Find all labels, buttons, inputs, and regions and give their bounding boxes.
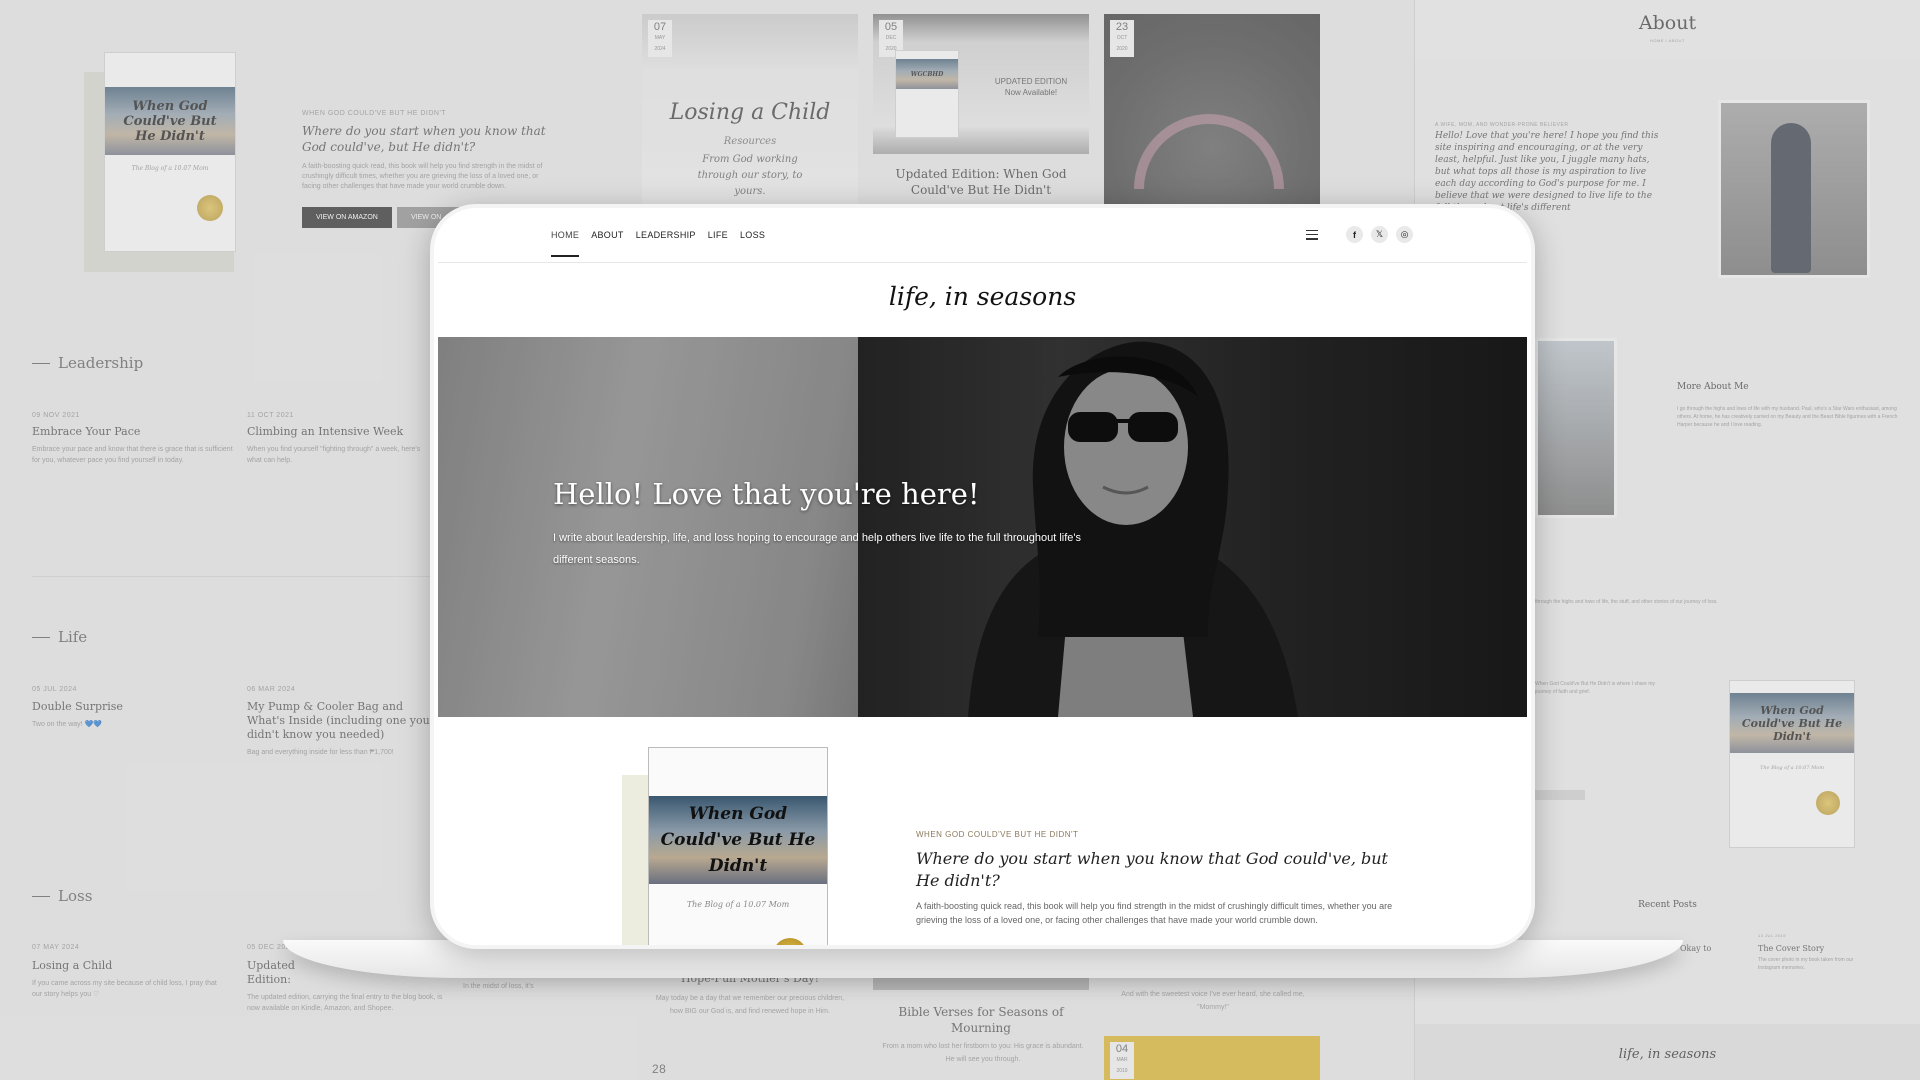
recent-post-date: 13 JUL 2019 [1758, 933, 1787, 938]
post-title[interactable]: Double Surprise [32, 700, 232, 714]
tile-mourning-image[interactable] [873, 978, 1089, 990]
hero-heading: Hello! Love that you're here! [553, 477, 980, 511]
featured-heading: Where do you start when you know that Go… [916, 849, 1388, 890]
rainbow-chalk [1134, 114, 1284, 189]
facebook-icon[interactable]: f [1346, 226, 1363, 243]
post-date: 05 JUL 2024 [32, 686, 77, 693]
date-badge: 23 OCT 2020 [1110, 20, 1134, 57]
nav-life[interactable]: LIFE [708, 230, 728, 257]
tile-badge: UPDATED EDITION Now Available! [994, 77, 1068, 97]
recent-post-excerpt: The cover photo in my book taken from ou… [1758, 957, 1854, 971]
book-subtitle: The Blog of a 10.07 Mom [131, 165, 209, 172]
post-excerpt: When you find yourself "fighting through… [247, 446, 421, 464]
post-excerpt: May today be a day that we remember our … [655, 995, 845, 1015]
tile-subtitle: Resources [723, 136, 777, 147]
site-brand[interactable]: life, in seasons [438, 282, 1527, 311]
book-seal [197, 195, 223, 221]
tile-money[interactable]: 04 MAR 2019 [1104, 1036, 1320, 1080]
book-cover-left: When God Could've But He Didn't The Blog… [104, 52, 236, 252]
post-excerpt: From a mom who lost her firstborn to you… [882, 1043, 1084, 1063]
post-excerpt: The updated edition, carrying the final … [247, 994, 443, 1012]
book-link-button[interactable] [1535, 790, 1585, 800]
about-photo-2 [1535, 338, 1617, 518]
footer-brand: life, in seasons [1618, 1047, 1717, 1062]
section-loss: Loss [32, 887, 92, 905]
hero-body: I write about leadership, life, and loss… [553, 532, 1081, 566]
post-excerpt: Bag and everything inside for less than … [247, 749, 394, 756]
menu-icon[interactable] [1306, 229, 1318, 240]
book-seal [773, 938, 807, 945]
nav-links: HOME ABOUT LEADERSHIP LIFE LOSS [551, 230, 765, 257]
left-heading: Where do you start when you know that Go… [302, 124, 546, 154]
section-life: Life [32, 628, 87, 646]
breadcrumb[interactable]: HOME / ABOUT [1415, 38, 1920, 43]
post-title[interactable]: Bible Verses for Seasons of Mourning [893, 1004, 1069, 1036]
post-title[interactable]: Embrace Your Pace [32, 425, 232, 439]
nav-about[interactable]: ABOUT [591, 230, 624, 257]
book-blurb: When God Could've But He Didn't is where… [1535, 681, 1656, 695]
post-excerpt: If you came across my site because of ch… [32, 980, 217, 998]
featured-book-cover[interactable]: When God Could've But He Didn't The Blog… [648, 747, 828, 945]
tile-losing-a-child[interactable]: 07 MAY 2024 Losing a Child Resources From … [642, 14, 858, 204]
about-footnote: through the highs and lows of life, the … [1535, 599, 1718, 605]
post-title[interactable]: Climbing an Intensive Week [247, 425, 427, 439]
nav-leadership[interactable]: LEADERSHIP [636, 230, 696, 257]
book-title: When God Could've But He Didn't [123, 98, 217, 144]
post-excerpt: Two on the way! 💙💙 [32, 721, 102, 728]
laptop-frame: HOME ABOUT LEADERSHIP LIFE LOSS f 𝕏 ◎ li… [430, 204, 1535, 949]
left-eyebrow: WHEN GOD COULD'VE BUT HE DIDN'T [302, 110, 447, 117]
about-eyebrow: A WIFE, MOM, AND WONDER-PRONE BELIEVER [1435, 122, 1569, 128]
post-excerpt: And with the sweetest voice I've ever he… [1121, 991, 1305, 1011]
section-divider [32, 576, 432, 577]
more-about-title: More About Me [1677, 382, 1749, 392]
tile-title: Losing a Child [669, 100, 831, 125]
laptop-screen: HOME ABOUT LEADERSHIP LIFE LOSS f 𝕏 ◎ li… [438, 212, 1527, 945]
left-body: A faith-boosting quick read, this book w… [302, 163, 543, 190]
post-excerpt: In the midst of loss, it's [463, 983, 534, 990]
date-badge: 28 [652, 1062, 667, 1076]
post-title[interactable]: Losing a Child [32, 959, 232, 973]
about-title: About [1638, 12, 1697, 34]
nav-loss[interactable]: LOSS [740, 230, 765, 257]
post-date: 11 OCT 2021 [247, 412, 294, 419]
post-title[interactable]: My Pump & Cooler Bag and What's Inside (… [247, 700, 432, 742]
instagram-icon[interactable]: ◎ [1396, 226, 1413, 243]
post-excerpt: Embrace your pace and know that there is… [32, 446, 233, 464]
section-leadership: Leadership [32, 354, 143, 372]
featured-book-subtitle: The Blog of a 10.07 Mom [686, 900, 790, 909]
featured-eyebrow: WHEN GOD COULD'VE BUT HE DIDN'T [916, 830, 1079, 839]
hero-banner: Hello! Love that you're here! I write ab… [438, 337, 1527, 717]
date-badge: 04 MAR 2019 [1110, 1042, 1134, 1079]
featured-book-section: When God Could've But He Didn't The Blog… [438, 717, 1527, 945]
tile-updated-edition[interactable]: 05 DEC 2020 WGCBHD UPDATED EDITION Now Ava… [873, 14, 1089, 154]
recent-post-title[interactable]: The Cover Story [1758, 942, 1824, 956]
view-on-amazon-button[interactable]: VIEW ON AMAZON [302, 207, 392, 228]
featured-body: A faith-boosting quick read, this book w… [916, 901, 1393, 925]
post-date: 07 MAY 2024 [32, 944, 80, 951]
post-title[interactable]: Updated Edition: When God Could've But H… [247, 959, 317, 987]
more-about-body: I go through the highs and lows of life … [1677, 406, 1898, 428]
date-badge: 07 MAY 2024 [648, 20, 672, 57]
post-date: 06 MAR 2024 [247, 686, 296, 693]
tile-updated-edition-title: Updated Edition: When God Could've But H… [895, 167, 1067, 197]
recent-post-title[interactable]: Okay to [1680, 942, 1711, 956]
nav-right: f 𝕏 ◎ [1306, 226, 1413, 243]
top-nav: HOME ABOUT LEADERSHIP LIFE LOSS f 𝕏 ◎ [438, 212, 1527, 263]
tile-book-mini: WGCBHD [895, 50, 959, 138]
tile-quote: From God working through our story, to y… [697, 154, 803, 197]
post-date: 09 NOV 2021 [32, 412, 80, 419]
about-photo [1718, 100, 1870, 278]
tile-rainbow[interactable]: 23 OCT 2020 [1104, 14, 1320, 204]
about-book: When God Could've But He Didn't The Blog… [1729, 680, 1855, 848]
nav-home[interactable]: HOME [551, 230, 580, 257]
about-intro: Hello! Love that you're here! I hope you… [1435, 131, 1659, 210]
x-twitter-icon[interactable]: 𝕏 [1371, 226, 1388, 243]
featured-book-title: When God Could've But He Didn't [660, 804, 816, 876]
